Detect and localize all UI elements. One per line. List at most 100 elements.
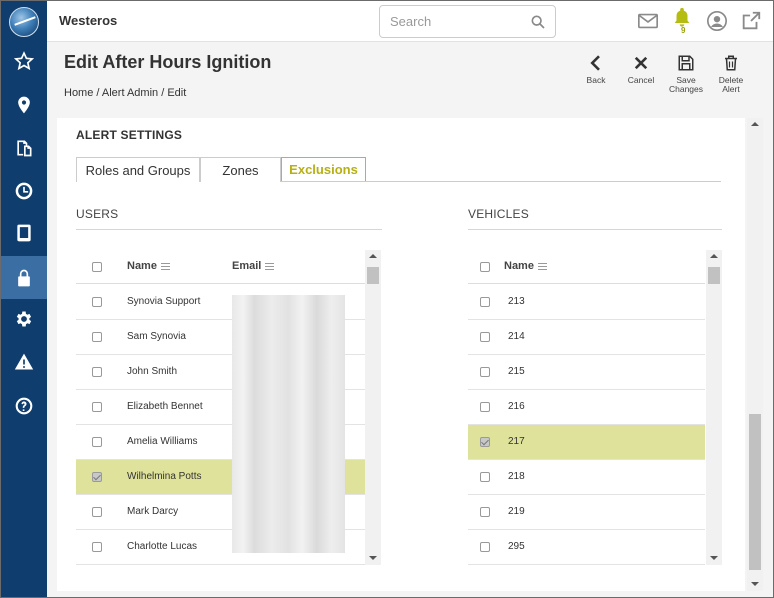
vehicles-scrollbar[interactable] (706, 250, 722, 565)
save-icon (678, 55, 694, 71)
sidebar-item-alerts[interactable] (1, 342, 47, 382)
save-changes-button[interactable]: Save Changes (664, 54, 708, 94)
page-scroll-thumb[interactable] (749, 414, 761, 570)
vehicle-row[interactable]: 217 (468, 425, 705, 460)
row-name: Amelia Williams (127, 436, 198, 447)
app-window: Westeros 9 Edit After Hours Ignition Hom… (0, 0, 774, 598)
app-title: Westeros (59, 13, 118, 28)
vehicles-name-header[interactable]: Name (504, 260, 547, 272)
tab-exclusions[interactable]: Exclusions (281, 157, 366, 181)
sort-icon (160, 262, 170, 270)
row-name: 215 (508, 366, 525, 377)
external-link-icon[interactable] (739, 9, 763, 33)
vehicles-divider (468, 229, 722, 230)
row-name: Sam Synovia (127, 331, 186, 342)
warning-icon (14, 353, 34, 370)
vehicles-select-all-checkbox[interactable] (480, 262, 490, 272)
help-icon (15, 397, 33, 415)
row-checkbox[interactable] (480, 297, 490, 307)
documents-icon (17, 140, 32, 157)
row-name: Wilhelmina Potts (127, 471, 202, 482)
delete-alert-button[interactable]: Delete Alert (709, 54, 753, 94)
vehicles-scroll-thumb[interactable] (708, 267, 720, 284)
users-scrollbar[interactable] (365, 250, 381, 565)
row-checkbox[interactable] (480, 332, 490, 342)
row-checkbox[interactable] (92, 542, 102, 552)
vehicles-grid: Name 213 214 215 216 217 218 219 295 (468, 250, 722, 565)
redacted-email-column (232, 295, 345, 553)
sidebar-item-devices[interactable] (1, 213, 47, 253)
users-scroll-thumb[interactable] (367, 267, 379, 284)
users-title: USERS (76, 207, 119, 221)
row-checkbox[interactable] (480, 437, 490, 447)
row-checkbox[interactable] (92, 297, 102, 307)
vehicle-row[interactable]: 214 (468, 320, 705, 355)
users-select-all-checkbox[interactable] (92, 262, 102, 272)
row-checkbox[interactable] (92, 402, 102, 412)
row-checkbox[interactable] (92, 367, 102, 377)
clock-icon (15, 182, 33, 200)
users-email-header[interactable]: Email (232, 260, 275, 272)
users-divider (76, 229, 382, 230)
scroll-up-icon[interactable] (710, 254, 718, 258)
row-name: Elizabeth Bennet (127, 401, 203, 412)
scroll-down-icon[interactable] (710, 556, 718, 560)
sidebar-item-map[interactable] (1, 85, 47, 125)
row-checkbox[interactable] (480, 367, 490, 377)
sidebar-item-reports[interactable] (1, 128, 47, 168)
globe-logo-icon[interactable] (9, 7, 39, 37)
sidebar-item-history[interactable] (1, 171, 47, 211)
scroll-up-icon[interactable] (369, 254, 377, 258)
page-title: Edit After Hours Ignition (64, 52, 272, 72)
users-name-header[interactable]: Name (127, 260, 170, 272)
vehicle-row[interactable]: 215 (468, 355, 705, 390)
scroll-up-icon[interactable] (751, 122, 759, 126)
vehicle-row[interactable]: 213 (468, 285, 705, 320)
sort-icon (537, 262, 547, 270)
star-icon (14, 51, 34, 71)
row-name: 218 (508, 471, 525, 482)
lock-icon (18, 269, 30, 286)
cancel-label: Cancel (627, 75, 655, 85)
tab-zones[interactable]: Zones (200, 157, 281, 182)
breadcrumb[interactable]: Home / Alert Admin / Edit (64, 87, 186, 99)
page-scrollbar[interactable] (747, 118, 763, 591)
top-bar: Westeros 9 (47, 1, 773, 42)
row-checkbox[interactable] (480, 402, 490, 412)
sidebar-item-alert-admin[interactable] (1, 256, 47, 299)
notification-count: 9 (681, 26, 686, 35)
users-grid-header: Name Email (76, 250, 365, 284)
row-checkbox[interactable] (92, 507, 102, 517)
row-checkbox[interactable] (92, 472, 102, 482)
row-checkbox[interactable] (92, 437, 102, 447)
row-name: 295 (508, 541, 525, 552)
delete-label: Delete Alert (718, 75, 744, 94)
row-checkbox[interactable] (480, 472, 490, 482)
vehicles-rows: 213 214 215 216 217 218 219 295 (468, 285, 705, 565)
row-name: John Smith (127, 366, 178, 377)
mail-icon[interactable] (636, 9, 660, 33)
vehicle-row[interactable]: 219 (468, 495, 705, 530)
back-label: Back (586, 75, 606, 85)
row-name: 214 (508, 331, 525, 342)
row-checkbox[interactable] (480, 542, 490, 552)
vehicle-row[interactable]: 218 (468, 460, 705, 495)
cancel-button[interactable]: Cancel (619, 54, 663, 85)
row-checkbox[interactable] (92, 332, 102, 342)
back-button[interactable]: Back (574, 54, 618, 85)
search-input[interactable] (380, 6, 520, 37)
search-icon[interactable] (530, 14, 546, 30)
row-checkbox[interactable] (480, 507, 490, 517)
scroll-down-icon[interactable] (369, 556, 377, 560)
user-profile-icon[interactable] (705, 9, 729, 33)
scroll-down-icon[interactable] (751, 582, 759, 586)
vehicles-grid-header: Name (468, 250, 705, 284)
sidebar-item-favorites[interactable] (1, 41, 47, 81)
vehicle-row[interactable]: 216 (468, 390, 705, 425)
tab-roles-and-groups[interactable]: Roles and Groups (76, 157, 200, 182)
sidebar-item-help[interactable] (1, 386, 47, 426)
section-title: ALERT SETTINGS (76, 128, 183, 142)
sidebar-item-settings[interactable] (1, 299, 47, 339)
row-name: 213 (508, 296, 525, 307)
vehicle-row[interactable]: 295 (468, 530, 705, 565)
